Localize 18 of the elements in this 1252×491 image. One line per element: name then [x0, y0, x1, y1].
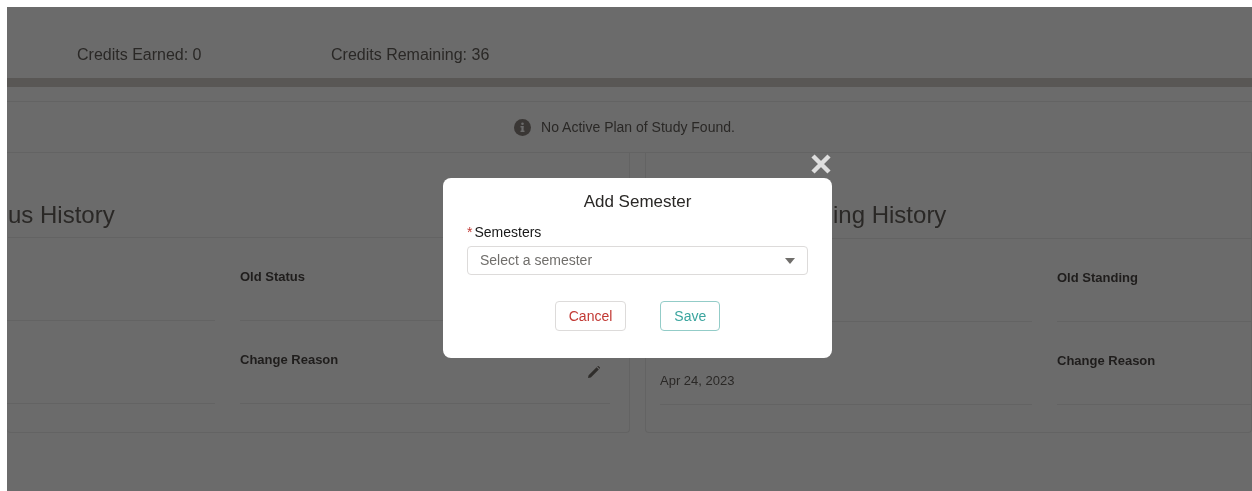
- semester-select[interactable]: Select a semester: [467, 246, 808, 276]
- credits-remaining-text: Credits Remaining: 36: [331, 45, 490, 65]
- field-label: Old Standing: [1057, 269, 1139, 287]
- field-label: Semesters: [474, 224, 542, 241]
- credits-earned-text: Credits Earned: 0: [77, 45, 203, 65]
- field-label: Change Reason: [240, 351, 340, 369]
- notice-text: No Active Plan of Study Found.: [541, 117, 735, 137]
- card-heading: ing History: [833, 200, 948, 230]
- save-button[interactable]: Save: [660, 301, 721, 332]
- required-mark: *: [467, 224, 473, 241]
- info-icon: [514, 118, 532, 136]
- field-label: Old Status: [240, 268, 306, 286]
- field-value: Apr 24, 2023: [660, 372, 736, 390]
- caret-icon: [785, 257, 795, 264]
- close-icon[interactable]: [810, 153, 832, 175]
- field-label: Change Reason: [1057, 352, 1157, 370]
- pencil-icon[interactable]: [588, 366, 600, 378]
- cancel-button[interactable]: Cancel: [554, 301, 627, 332]
